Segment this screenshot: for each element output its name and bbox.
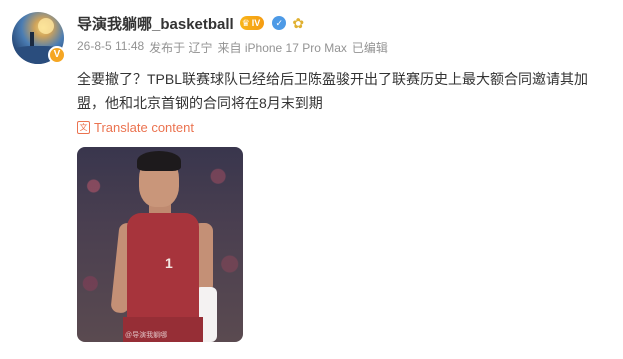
post-edited[interactable]: 已编辑 (352, 39, 388, 56)
avatar-sun (38, 18, 54, 34)
image-watermark: @导演我躺哪 (125, 332, 168, 339)
flower-icon[interactable]: ✿ (292, 15, 304, 32)
player-jersey (127, 213, 199, 323)
crown-icon: ♛ (241, 17, 250, 28)
translate-label: Translate content (94, 120, 194, 135)
translate-icon: 文 (77, 121, 90, 134)
level-badge[interactable]: ♛ IV (239, 16, 265, 30)
level-label: IV (251, 18, 261, 28)
post-image[interactable]: 1 @导演我躺哪 (77, 147, 243, 342)
author-row: 导演我躺哪_basketball ♛ IV ✓ ✿ (77, 12, 304, 34)
post-meta: 26-8-5 11:48 发布于 辽宁 来自 iPhone 17 Pro Max… (77, 39, 388, 56)
post-date[interactable]: 26-8-5 11:48 (77, 39, 144, 56)
translate-button[interactable]: 文 Translate content (77, 120, 194, 135)
player-hair (137, 151, 181, 171)
verified-badge: V (48, 46, 66, 64)
post-device: 来自 iPhone 17 Pro Max (217, 41, 347, 55)
author-name[interactable]: 导演我躺哪_basketball (77, 13, 234, 34)
post-location: 发布于 辽宁 (149, 41, 213, 55)
jersey-number: 1 (165, 255, 173, 271)
post-text: 全要撤了？TPBL联赛球队已经给后卫陈盈骏开出了联赛历史上最大额合同邀请其加盟，… (77, 71, 589, 111)
shield-icon[interactable]: ✓ (272, 16, 287, 30)
